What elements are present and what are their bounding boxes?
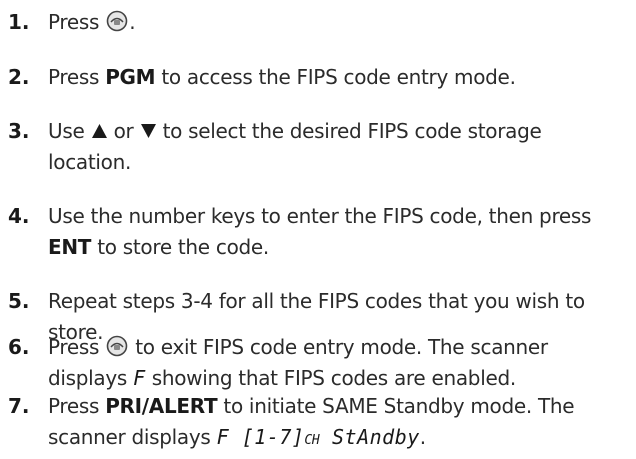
lcd-display-ch: CH bbox=[304, 433, 320, 448]
step-number: 7. bbox=[8, 394, 30, 418]
step-number: 6. bbox=[8, 335, 30, 359]
step-number: 3. bbox=[8, 119, 30, 143]
step-text: Press PGM to access the FIPS code entry … bbox=[48, 65, 516, 89]
weather-button-icon bbox=[106, 10, 128, 32]
step-text: Use or to select the desired FIPS code s… bbox=[48, 119, 542, 174]
step-text: Use the number keys to enter the FIPS co… bbox=[48, 204, 592, 259]
step-number: 1. bbox=[8, 10, 30, 34]
step-text: Press PRI/ALERT to initiate SAME Standby… bbox=[48, 394, 575, 449]
key-pgm: PGM bbox=[105, 65, 156, 89]
up-triangle-icon bbox=[91, 124, 107, 138]
key-ent: ENT bbox=[48, 235, 92, 259]
step-text: Press to exit FIPS code entry mode. The … bbox=[48, 335, 548, 390]
lcd-display-f: F bbox=[133, 366, 146, 390]
down-triangle-icon bbox=[140, 124, 156, 138]
step-number: 4. bbox=[8, 204, 30, 228]
lcd-display-range: F [1-7] bbox=[216, 425, 305, 449]
step-number: 5. bbox=[8, 289, 30, 313]
key-pri-alert: PRI/ALERT bbox=[105, 394, 218, 418]
step-number: 2. bbox=[8, 65, 30, 89]
lcd-display-standby: StAndby bbox=[319, 425, 420, 449]
weather-button-icon bbox=[106, 335, 128, 357]
step-text: Press . bbox=[48, 10, 136, 34]
